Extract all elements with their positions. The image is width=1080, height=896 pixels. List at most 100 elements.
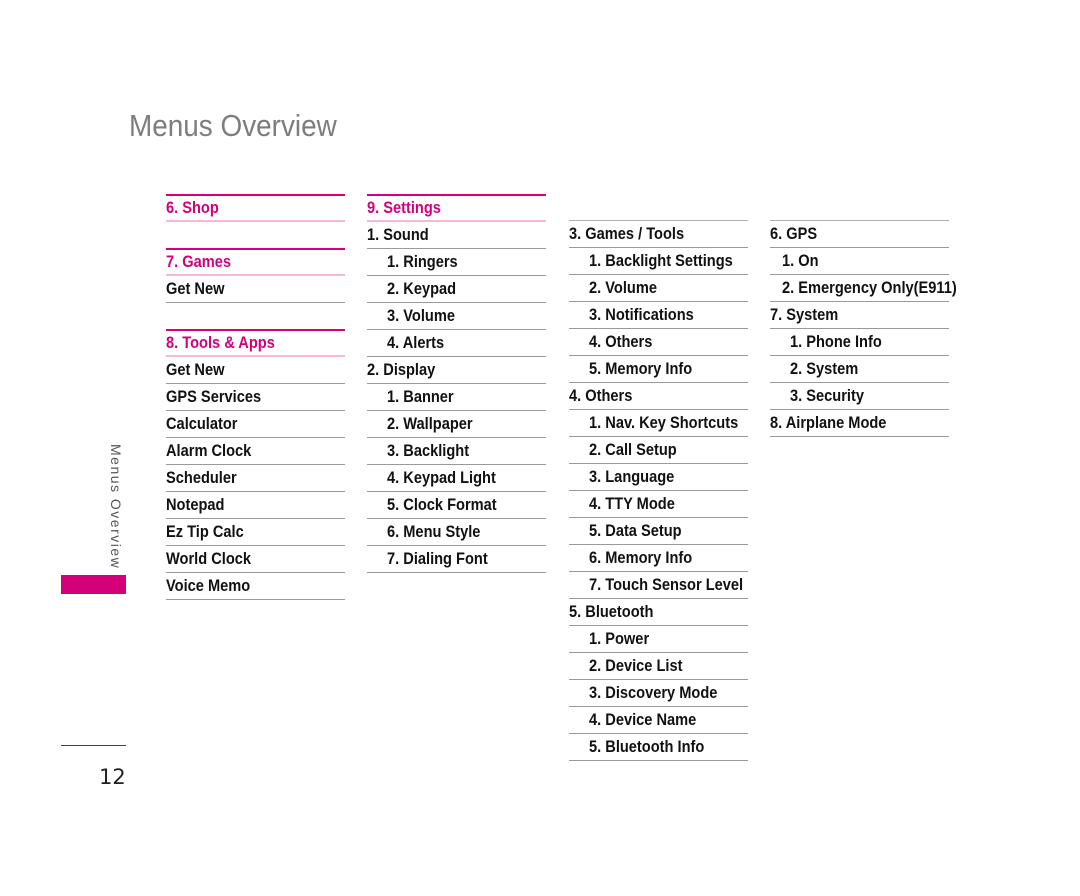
menu-item: Calculator — [166, 411, 345, 438]
menu-item-label: 4. Device Name — [589, 710, 697, 729]
menu-group: 7. System — [770, 302, 949, 329]
menu-item: 4. Device Name — [569, 707, 748, 734]
menu-item: 2. Keypad — [367, 276, 546, 303]
menu-item: 2. Device List — [569, 653, 748, 680]
menu-item: 5. Clock Format — [367, 492, 546, 519]
menu-item: 7. Dialing Font — [367, 546, 546, 573]
menu-item: 1. Power — [569, 626, 748, 653]
menu-group-label: 5. Bluetooth — [569, 602, 654, 621]
footer-divider — [61, 745, 126, 746]
menu-item-label: Alarm Clock — [166, 441, 252, 460]
menu-item-label: 6. Memory Info — [589, 548, 693, 567]
menu-item-label: Voice Memo — [166, 576, 251, 595]
menu-item-label: 3. Backlight — [387, 441, 470, 460]
menu-item: 1. Banner — [367, 384, 546, 411]
menu-group: 1. Sound — [367, 222, 546, 249]
menu-item: Notepad — [166, 492, 345, 519]
menu-item: 3. Language — [569, 464, 748, 491]
menu-item-label: 5. Data Setup — [589, 521, 682, 540]
menu-item: World Clock — [166, 546, 345, 573]
menu-item: 6. Memory Info — [569, 545, 748, 572]
menu-column-2: 9. Settings 1. Sound 1. Ringers 2. Keypad 3… — [367, 194, 546, 573]
menu-item: 3. Notifications — [569, 302, 748, 329]
menu-item-label: 2. Volume — [589, 278, 657, 297]
menu-item: 4. Keypad Light — [367, 465, 546, 492]
menu-item: Scheduler — [166, 465, 345, 492]
menu-item-label: Calculator — [166, 414, 238, 433]
menu-item: 1. Ringers — [367, 249, 546, 276]
menu-item: 4. Alerts — [367, 330, 546, 357]
menu-heading-label: 9. Settings — [367, 198, 441, 217]
menu-item-label: Get New — [166, 279, 225, 298]
menu-item-label: 2. System — [790, 359, 859, 378]
menu-group-label: 2. Display — [367, 360, 436, 379]
menu-item: 3. Volume — [367, 303, 546, 330]
menu-item: 1. Backlight Settings — [569, 248, 748, 275]
menu-item-label: 7. Touch Sensor Level — [589, 575, 744, 594]
menu-group: 2. Display — [367, 357, 546, 384]
menu-group: 4. Others — [569, 383, 748, 410]
page-number: 12 — [99, 765, 126, 789]
menu-group: 3. Games / Tools — [569, 221, 748, 248]
menu-item-label: 2. Call Setup — [589, 440, 677, 459]
menu-item: 2. Wallpaper — [367, 411, 546, 438]
menu-item: 2. Volume — [569, 275, 748, 302]
menu-item: 7. Touch Sensor Level — [569, 572, 748, 599]
menu-item-label: 4. TTY Mode — [589, 494, 675, 513]
menu-item-label: 3. Notifications — [589, 305, 694, 324]
menu-item-label: Ez Tip Calc — [166, 522, 244, 541]
menu-heading-label: 6. Shop — [166, 198, 219, 217]
menu-item: Ez Tip Calc — [166, 519, 345, 546]
menu-item-label: World Clock — [166, 549, 252, 568]
menu-item-label: GPS Services — [166, 387, 262, 406]
menu-item-label: 4. Alerts — [387, 333, 445, 352]
menu-group-label: 3. Games / Tools — [569, 224, 685, 243]
menu-heading-tools-apps: 8. Tools & Apps — [166, 331, 345, 357]
menu-item-label: 1. Nav. Key Shortcuts — [589, 413, 739, 432]
menu-item: 5. Bluetooth Info — [569, 734, 748, 761]
menu-item-label: 2. Wallpaper — [387, 414, 473, 433]
menu-item-label: 2. Keypad — [387, 279, 457, 298]
menu-item-label: 3. Volume — [387, 306, 455, 325]
menu-heading-settings: 9. Settings — [367, 196, 546, 222]
menu-item-label: 6. Menu Style — [387, 522, 481, 541]
section-tab-marker — [61, 575, 126, 594]
menu-item: 4. TTY Mode — [569, 491, 748, 518]
menu-item: 1. Nav. Key Shortcuts — [569, 410, 748, 437]
menu-group-label: 8. Airplane Mode — [770, 413, 887, 432]
menu-item: Get New — [166, 276, 345, 303]
menu-item: 2. Emergency Only(E911) — [770, 275, 957, 302]
menu-item: 4. Others — [569, 329, 748, 356]
menu-item-label: 5. Clock Format — [387, 495, 497, 514]
menu-item: Alarm Clock — [166, 438, 345, 465]
menu-item-label: 1. Banner — [387, 387, 454, 406]
menu-heading-games: 7. Games — [166, 250, 345, 276]
menu-item-label: 3. Language — [589, 467, 675, 486]
menu-item-label: 5. Memory Info — [589, 359, 693, 378]
menu-item-label: 4. Keypad Light — [387, 468, 496, 487]
page-title: Menus Overview — [129, 108, 337, 143]
menu-item-label: Get New — [166, 360, 225, 379]
menu-heading-label: 8. Tools & Apps — [166, 333, 275, 352]
side-section-label: Menus Overview — [108, 444, 124, 570]
menu-item: Get New — [166, 357, 345, 384]
menu-item: 3. Discovery Mode — [569, 680, 748, 707]
menu-item-label: 2. Emergency Only(E911) — [782, 278, 957, 297]
menu-item: 2. System — [770, 356, 949, 383]
menu-item-label: 1. Backlight Settings — [589, 251, 733, 270]
menu-group: 5. Bluetooth — [569, 599, 748, 626]
menu-item: 5. Data Setup — [569, 518, 748, 545]
menu-item: GPS Services — [166, 384, 345, 411]
menu-heading-label: 7. Games — [166, 252, 232, 271]
menu-group: 8. Airplane Mode — [770, 410, 949, 437]
menu-column-4: 6. GPS 1. On 2. Emergency Only(E911) 7. Sys… — [770, 220, 957, 437]
menu-heading-shop: 6. Shop — [166, 196, 345, 222]
menu-item-label: 3. Security — [790, 386, 864, 405]
menu-item: 2. Call Setup — [569, 437, 748, 464]
menu-item-label: 1. Power — [589, 629, 650, 648]
menu-column-1: 6. Shop 7. Games Get New 8. Tools & Apps… — [166, 194, 345, 600]
menu-item-label: 4. Others — [589, 332, 653, 351]
menu-item-label: 1. On — [782, 251, 819, 270]
